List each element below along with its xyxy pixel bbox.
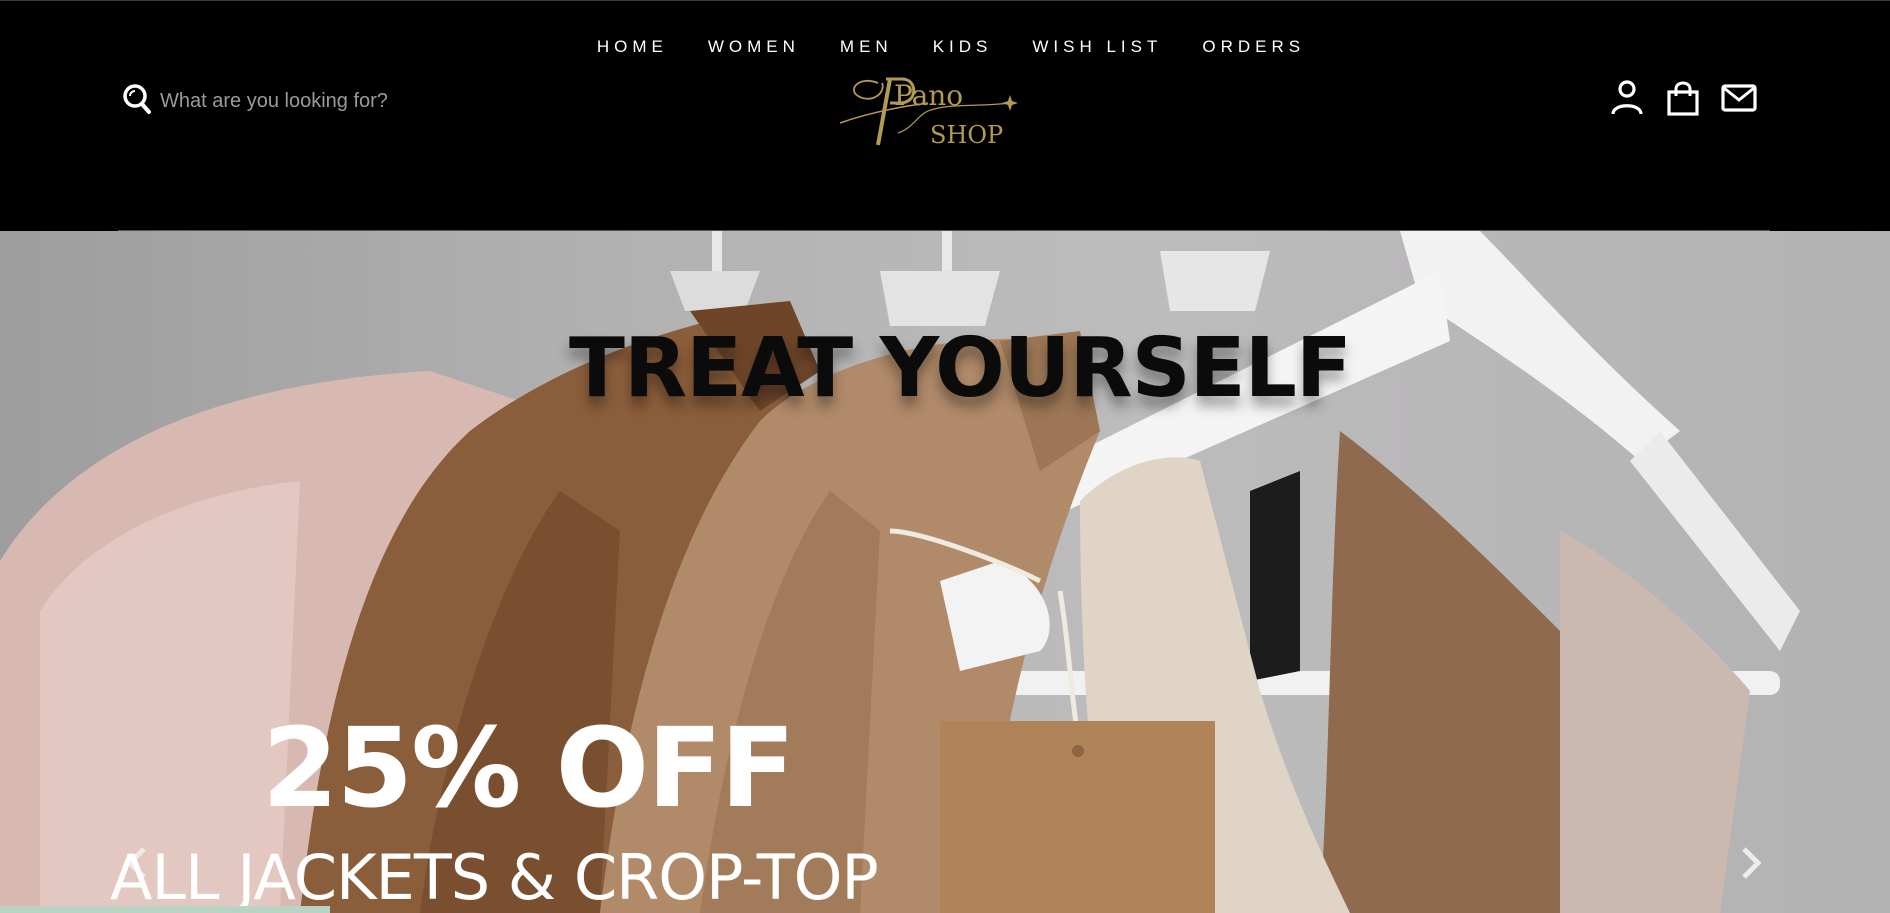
nav-men[interactable]: MEN [840, 37, 893, 57]
search-bar [122, 83, 492, 120]
logo-wordmark: Pano [894, 79, 963, 112]
shopping-bag-icon[interactable] [1664, 79, 1702, 117]
nav-wish-list[interactable]: WISH LIST [1032, 37, 1162, 57]
header-icons [1608, 79, 1758, 117]
site-header: HOME WOMEN MEN KIDS WISH LIST ORDERS Pan… [0, 0, 1890, 231]
main-nav: HOME WOMEN MEN KIDS WISH LIST ORDERS [0, 37, 1890, 57]
hero-subtitle: ALL JACKETS & CROP-TOP [110, 841, 879, 913]
logo-subtext: SHOP [930, 121, 1003, 149]
logo[interactable]: Pano SHOP [838, 73, 1018, 163]
bottom-status-bar [0, 906, 330, 913]
carousel-prev-icon[interactable] [122, 843, 152, 883]
hero-discount: 25% OFF [262, 704, 795, 832]
hero-title: TREAT YOURSELF [569, 321, 1352, 416]
mail-icon[interactable] [1720, 79, 1758, 117]
carousel-next-icon[interactable] [1736, 843, 1766, 883]
search-icon[interactable] [122, 83, 152, 120]
hero-banner[interactable]: TREAT YOURSELF 25% OFF ALL JACKETS & CRO… [0, 231, 1890, 913]
nav-women[interactable]: WOMEN [708, 37, 800, 57]
nav-home[interactable]: HOME [597, 37, 668, 57]
nav-orders[interactable]: ORDERS [1202, 37, 1305, 57]
nav-kids[interactable]: KIDS [933, 37, 993, 57]
user-icon[interactable] [1608, 79, 1646, 117]
search-input[interactable] [158, 89, 492, 114]
